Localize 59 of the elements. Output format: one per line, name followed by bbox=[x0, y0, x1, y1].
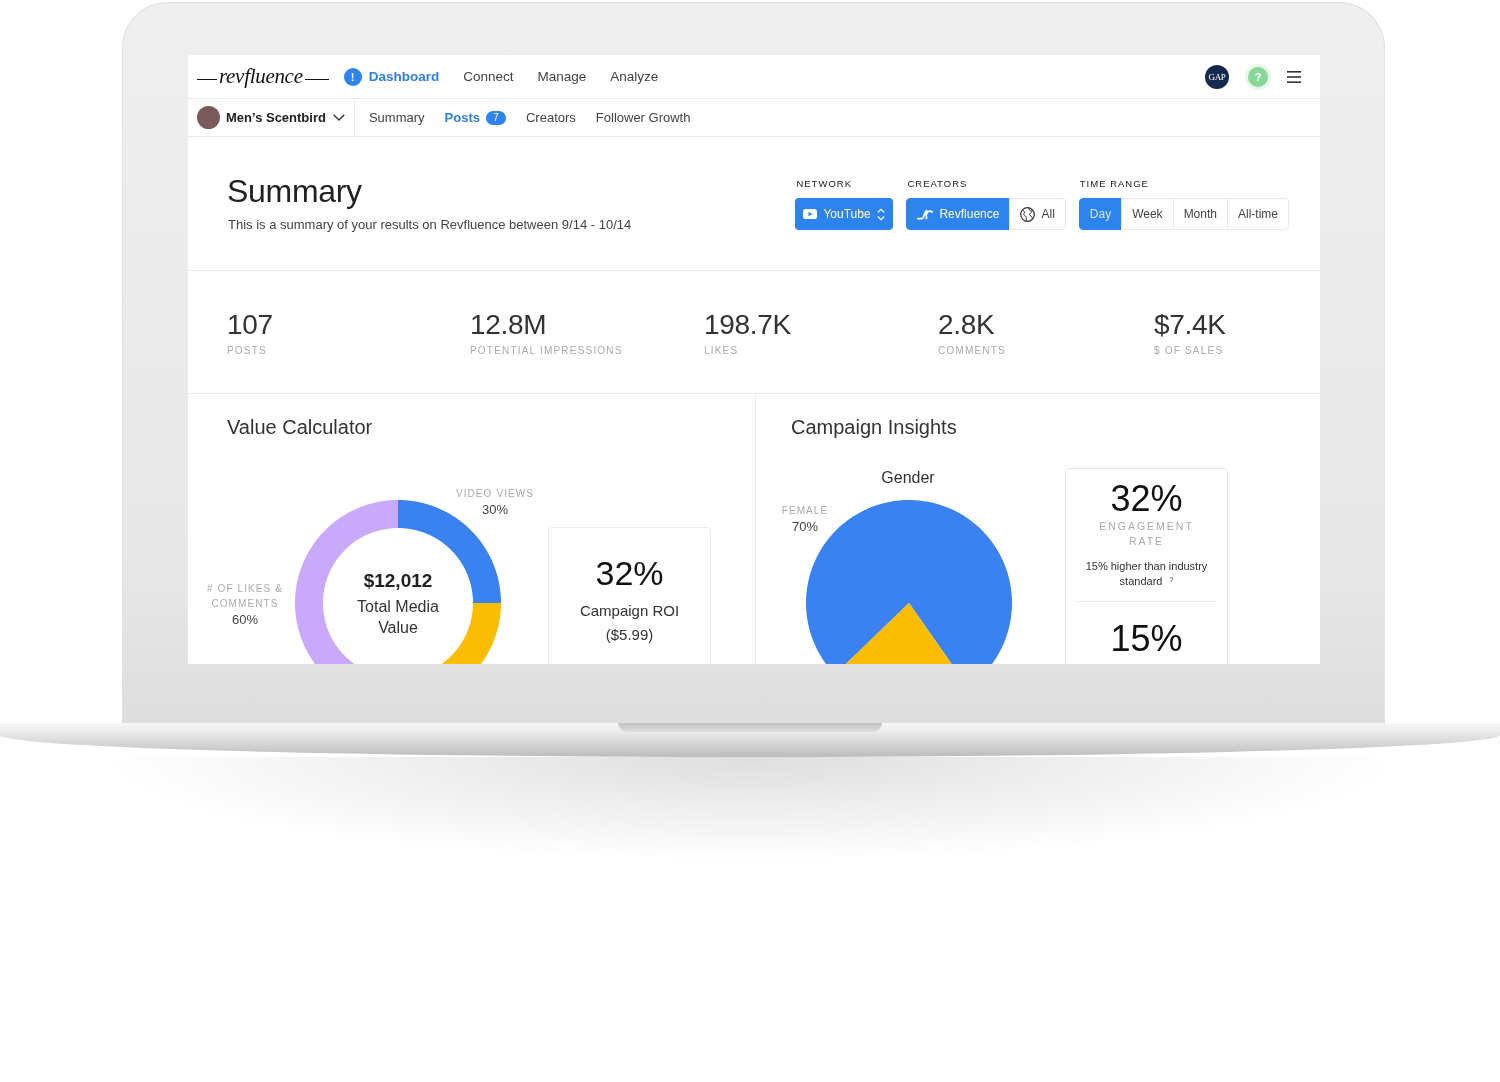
chart-share: 60% bbox=[232, 611, 258, 629]
roi-value: 32% bbox=[595, 553, 664, 593]
avatar-placeholder bbox=[197, 106, 220, 129]
chart-share: 70% bbox=[792, 518, 818, 536]
chart-label: # OF LIKES & COMMENTS bbox=[206, 582, 284, 611]
stat-value: 2.8K bbox=[938, 309, 995, 341]
creators-option[interactable]: Revfluence bbox=[906, 198, 1011, 230]
time-range-option[interactable]: All-time bbox=[1227, 198, 1289, 230]
metric-note: 15% higher than industry standard $^{?}$ bbox=[1084, 559, 1209, 589]
logo[interactable]: revfluence bbox=[197, 64, 329, 89]
alert-badge: ! bbox=[343, 67, 362, 86]
nav-link[interactable]: Analyze bbox=[610, 69, 659, 84]
roi-label: Campaign ROI bbox=[579, 601, 680, 621]
chart-label: FEMALE bbox=[781, 504, 829, 518]
tab[interactable]: Summary bbox=[368, 110, 425, 125]
stat-label: COMMENTS bbox=[938, 344, 1006, 358]
nav-link[interactable]: Manage bbox=[537, 69, 587, 84]
logo-mark-icon bbox=[917, 208, 934, 220]
updown-chevron-icon bbox=[877, 207, 886, 221]
stat-label: LIKES bbox=[704, 344, 739, 358]
menu-icon[interactable] bbox=[1287, 70, 1301, 83]
filter-label: TIME RANGE bbox=[1079, 178, 1149, 190]
tab[interactable]: Follower Growth bbox=[595, 110, 691, 125]
filter-label: NETWORK bbox=[796, 178, 852, 190]
network-dropdown[interactable]: YouTube bbox=[795, 198, 894, 230]
time-range-option[interactable]: Month bbox=[1172, 198, 1228, 230]
donut-total-label: Total Media Value bbox=[356, 597, 440, 638]
stat-label: POSTS bbox=[227, 344, 267, 358]
globe-icon bbox=[1020, 206, 1036, 222]
stat-label: $ OF SALES bbox=[1154, 344, 1224, 358]
count-badge: 7 bbox=[485, 110, 506, 125]
tab[interactable]: Creators bbox=[525, 110, 576, 125]
stat-value: 198.7K bbox=[704, 309, 791, 341]
stat-value: 107 bbox=[227, 309, 273, 341]
time-range-option[interactable]: Week bbox=[1121, 198, 1174, 230]
account-avatar[interactable]: GAP bbox=[1205, 64, 1229, 89]
chart-share: 30% bbox=[482, 501, 508, 519]
metric-value: 15% bbox=[1110, 619, 1183, 659]
stat-label: POTENTIAL IMPRESSIONS bbox=[470, 344, 623, 358]
chart-label: VIDEO VIEWS bbox=[455, 487, 535, 501]
creators-option[interactable]: All bbox=[1009, 198, 1066, 230]
metric-label: ENGAGEMENT RATE bbox=[1098, 519, 1195, 549]
section-title: Campaign Insights bbox=[791, 415, 957, 440]
stat-value: $7.4K bbox=[1154, 309, 1226, 341]
chart-title: Gender bbox=[881, 468, 935, 488]
metric-value: 32% bbox=[1110, 479, 1183, 519]
chevron-down-icon bbox=[332, 114, 345, 121]
page-subtitle: This is a summary of your results on Revfluence between 9/14 - 10/14 bbox=[228, 216, 632, 234]
stat-value: 12.8M bbox=[470, 309, 547, 341]
filter-label: CREATORS bbox=[907, 178, 968, 190]
section-title: Value Calculator bbox=[227, 415, 373, 440]
donut-total-value: $12,012 bbox=[363, 569, 433, 593]
page-title: Summary bbox=[227, 172, 362, 210]
play-icon bbox=[803, 209, 818, 219]
nav-link[interactable]: ! Dashboard bbox=[343, 67, 440, 86]
nav-link[interactable]: Connect bbox=[463, 69, 514, 84]
brand-dropdown[interactable]: Men’s Scentbird bbox=[226, 110, 345, 125]
roi-amount: ($5.99) bbox=[605, 625, 654, 645]
tab[interactable]: Posts 7 bbox=[444, 110, 506, 125]
